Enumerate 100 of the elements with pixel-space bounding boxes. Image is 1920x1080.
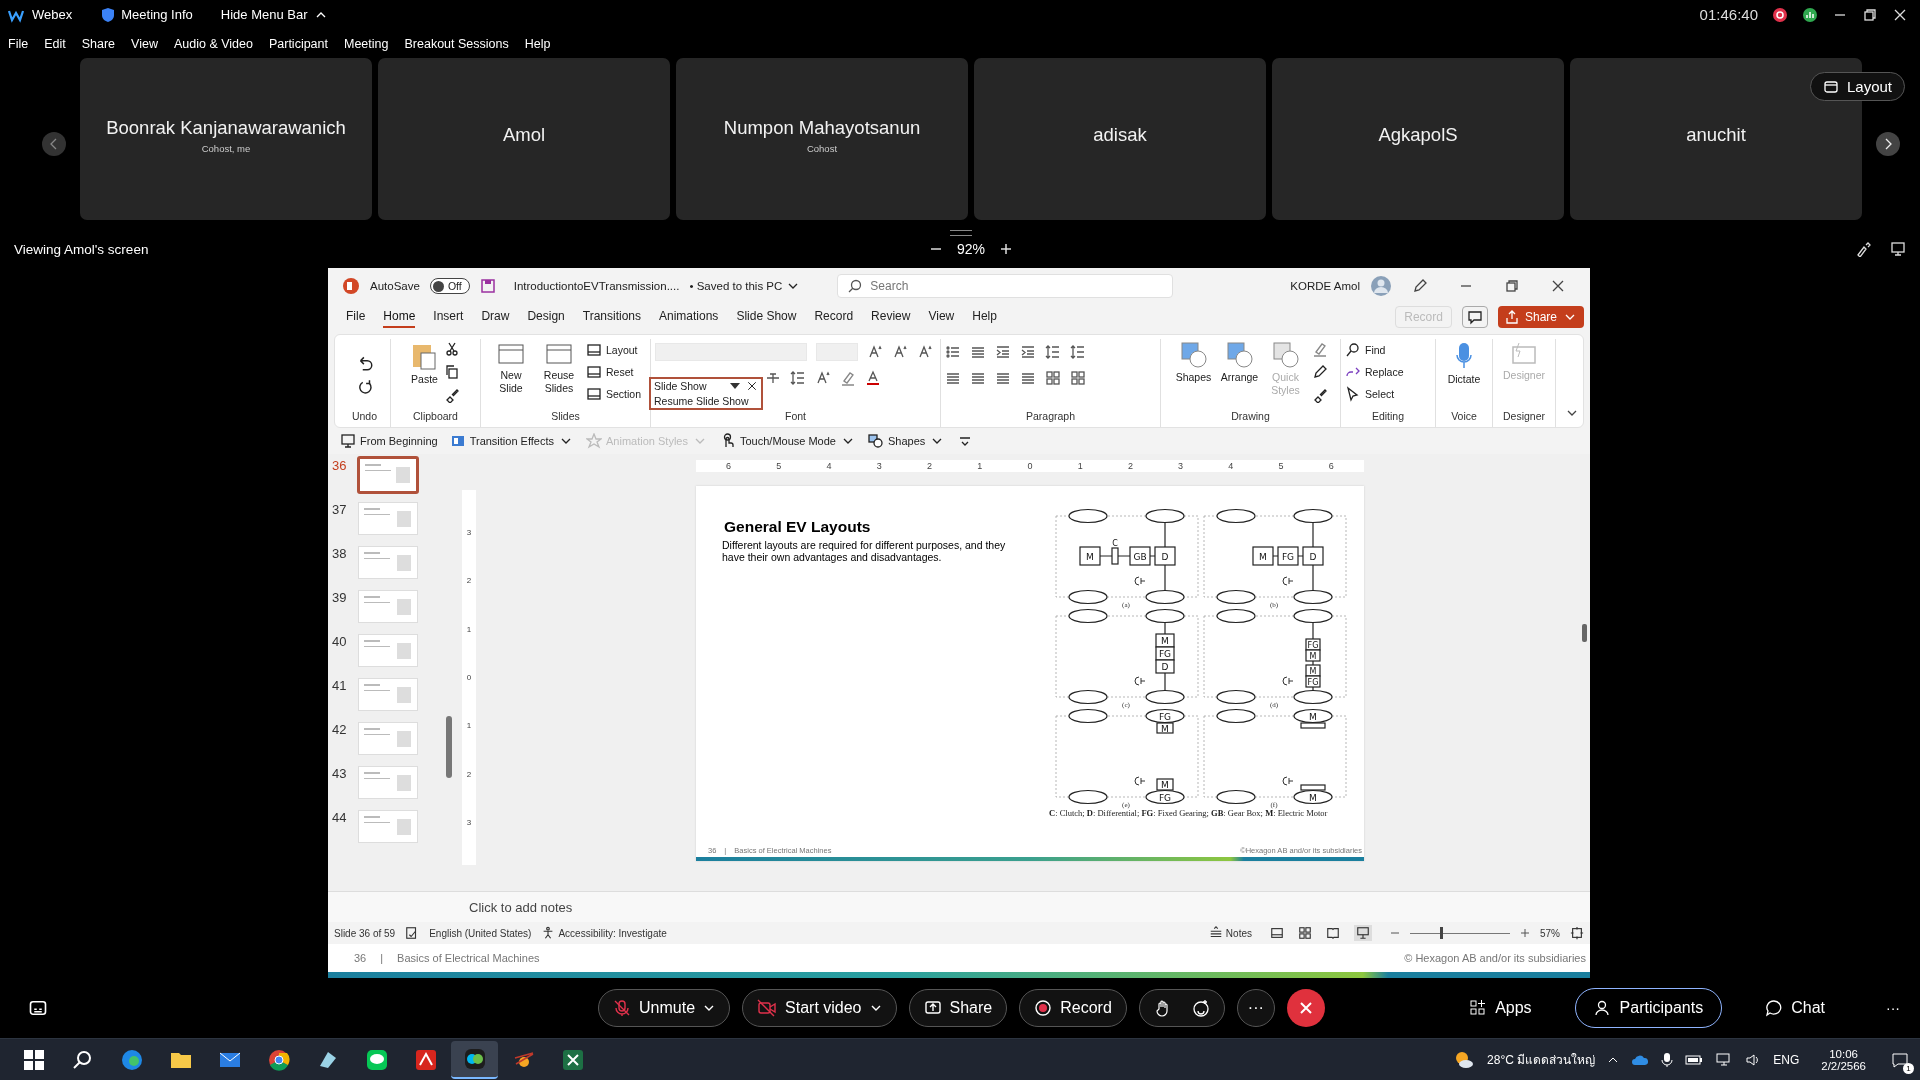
- microphone-icon[interactable]: [1661, 1051, 1674, 1068]
- drawing-button[interactable]: Arrange: [1219, 341, 1260, 384]
- grow-font-icon[interactable]: [867, 344, 883, 360]
- network-stats-icon[interactable]: [1802, 6, 1818, 23]
- ribbon-tab[interactable]: Help: [972, 306, 997, 328]
- meeting-control-button[interactable]: Unmute: [598, 989, 731, 1027]
- strikethrough-icon[interactable]: [765, 370, 781, 386]
- bullets-icon[interactable]: [945, 344, 961, 360]
- menu-item[interactable]: Meeting: [344, 36, 389, 51]
- app-icon[interactable]: [560, 1047, 585, 1072]
- app-icon[interactable]: [364, 1047, 389, 1072]
- align-center-icon[interactable]: [970, 370, 986, 386]
- numbering-icon[interactable]: [970, 344, 986, 360]
- ribbon-tab[interactable]: View: [928, 306, 955, 328]
- hide-menu-bar-button[interactable]: Hide Menu Bar: [220, 6, 329, 23]
- toolbar-button[interactable]: Touch/Mouse Mode: [719, 433, 856, 449]
- slide-thumbnail[interactable]: [357, 456, 419, 494]
- leave-meeting-button[interactable]: [1286, 989, 1325, 1027]
- weather-text[interactable]: 28°C มีแดดส่วนใหญ่: [1487, 1050, 1596, 1069]
- meeting-control-button[interactable]: Share: [908, 989, 1008, 1027]
- app-icon[interactable]: [266, 1047, 291, 1072]
- menu-item[interactable]: File: [8, 36, 29, 51]
- menu-item[interactable]: Participant: [268, 36, 328, 51]
- change-case-icon[interactable]: [815, 370, 831, 386]
- comments-button[interactable]: [1461, 306, 1488, 328]
- accessibility-status[interactable]: Accessibility: Investigate: [541, 926, 667, 940]
- align-text-icon[interactable]: [1070, 370, 1086, 386]
- line-spacing-icon[interactable]: [1045, 344, 1061, 360]
- language-status[interactable]: English (United States): [429, 927, 532, 939]
- meeting-info-button[interactable]: Meeting Info: [100, 6, 193, 23]
- cut-icon[interactable]: [443, 341, 460, 357]
- align-left-icon[interactable]: [945, 370, 961, 386]
- ribbon-tab[interactable]: Insert: [433, 306, 464, 328]
- captions-icon[interactable]: [28, 998, 48, 1018]
- shape-fill-icon[interactable]: [1311, 341, 1328, 357]
- close-icon[interactable]: [746, 380, 758, 392]
- normal-view-icon[interactable]: [1270, 926, 1284, 940]
- menu-item[interactable]: Breakout Sessions: [404, 36, 509, 51]
- more-button[interactable]: ···: [1236, 989, 1275, 1027]
- ribbon-tab[interactable]: Home: [383, 306, 416, 328]
- meeting-control-button[interactable]: Start video: [742, 989, 897, 1027]
- font-color-icon[interactable]: [865, 370, 881, 386]
- ribbon-tab[interactable]: Review: [871, 306, 911, 328]
- slide-option[interactable]: Reset: [586, 363, 634, 381]
- text-direction-icon[interactable]: [1070, 344, 1086, 360]
- ribbon-tab[interactable]: Record: [814, 306, 854, 328]
- more-button[interactable]: ···: [1886, 1000, 1900, 1016]
- notes-button[interactable]: Notes: [1208, 926, 1252, 940]
- battery-icon[interactable]: [1685, 1053, 1704, 1066]
- menu-item[interactable]: Audio & Video: [173, 36, 253, 51]
- fit-to-window-icon[interactable]: [1570, 926, 1584, 940]
- panel-button[interactable]: Apps: [1450, 988, 1551, 1028]
- editing-button[interactable]: Select: [1345, 385, 1395, 403]
- shrink-font-icon[interactable]: [892, 344, 908, 360]
- decrease-indent-icon[interactable]: [995, 344, 1011, 360]
- editing-button[interactable]: Replace: [1345, 363, 1404, 381]
- resize-handle[interactable]: [950, 230, 972, 236]
- reading-view-icon[interactable]: [1326, 926, 1340, 940]
- toolbar-button[interactable]: Transition Effects: [449, 433, 575, 449]
- reactions-icon[interactable]: [1191, 999, 1210, 1017]
- share-button[interactable]: Share: [1497, 306, 1584, 328]
- menu-item[interactable]: Share: [81, 36, 116, 51]
- dropdown-icon[interactable]: [729, 381, 741, 391]
- app-icon[interactable]: [119, 1047, 144, 1072]
- menu-item[interactable]: View: [131, 36, 158, 51]
- notes-field[interactable]: Click to add notes: [469, 899, 573, 915]
- slide-option[interactable]: Section: [586, 385, 641, 403]
- annotate-icon[interactable]: [1856, 241, 1872, 257]
- screen-icon[interactable]: [1890, 241, 1906, 257]
- paste-button[interactable]: Paste: [411, 341, 438, 386]
- panel-button[interactable]: Chat: [1746, 988, 1844, 1028]
- search-field[interactable]: Search: [837, 274, 1174, 298]
- app-icon[interactable]: [462, 1046, 487, 1071]
- slide-show-icon[interactable]: [1356, 926, 1370, 940]
- menu-item[interactable]: Edit: [44, 36, 66, 51]
- align-right-icon[interactable]: [995, 370, 1011, 386]
- editing-button[interactable]: Find: [1345, 341, 1386, 359]
- toolbar-button[interactable]: Shapes: [867, 433, 946, 449]
- character-spacing-icon[interactable]: [790, 370, 806, 386]
- zoom-in-icon[interactable]: [1520, 928, 1530, 938]
- input-language[interactable]: ENG: [1773, 1052, 1800, 1067]
- ribbon-tab[interactable]: Slide Show: [736, 306, 797, 328]
- slide-button[interactable]: Reuse Slides: [538, 341, 580, 395]
- clear-format-icon[interactable]: [917, 344, 933, 360]
- columns-icon[interactable]: [1045, 370, 1061, 386]
- zoom-in-icon[interactable]: [999, 242, 1014, 256]
- save-status[interactable]: • Saved to this PC: [689, 278, 802, 294]
- autosave-toggle[interactable]: Off: [429, 278, 470, 294]
- ribbon-tab[interactable]: Transitions: [582, 306, 641, 328]
- next-page-button[interactable]: [1876, 132, 1900, 156]
- shape-outline-icon[interactable]: [1311, 364, 1328, 380]
- ribbon-tab[interactable]: Design: [527, 306, 565, 328]
- previous-page-button[interactable]: [42, 132, 66, 156]
- ribbon-tab[interactable]: Draw: [481, 306, 510, 328]
- meeting-control-button[interactable]: Record: [1019, 989, 1127, 1027]
- layout-button[interactable]: Layout: [1809, 72, 1905, 101]
- slide-option[interactable]: Layout: [586, 341, 638, 359]
- copy-icon[interactable]: [443, 364, 460, 380]
- dictate-button[interactable]: Dictate: [1447, 341, 1481, 386]
- taskbar-time[interactable]: 10:06: [1829, 1047, 1858, 1060]
